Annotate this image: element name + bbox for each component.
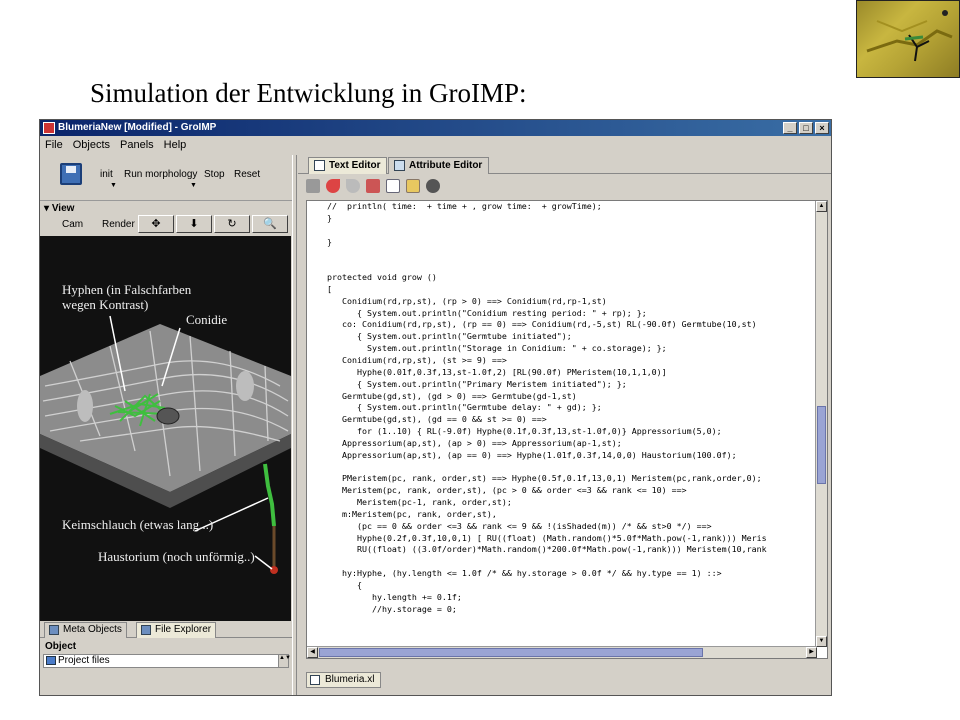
folder-icon <box>46 656 56 665</box>
conidie-annotation: Conidie <box>186 312 228 327</box>
menu-panels[interactable]: Panels <box>120 136 154 154</box>
render-menu[interactable]: Render <box>102 219 135 230</box>
main-toolbar: init ▼ Run morphology ▼ Stop Reset <box>40 155 292 201</box>
minimize-button[interactable]: _ <box>783 122 797 134</box>
stop-button[interactable]: Stop <box>204 169 225 180</box>
run-morphology-button[interactable]: Run morphology <box>124 169 197 180</box>
keimschlauch-annotation: Keimschlauch (etwas lang...) <box>62 517 214 532</box>
close-file-icon[interactable] <box>426 179 440 193</box>
editor-toolbar <box>298 174 831 198</box>
vertical-scrollbar[interactable]: ▲ ▼ <box>815 201 827 647</box>
folder-icon <box>141 625 151 635</box>
menubar: File Objects Panels Help <box>40 136 831 154</box>
cam-menu[interactable]: Cam <box>62 219 83 230</box>
slide-title: Simulation der Entwicklung in GroIMP: <box>90 78 527 108</box>
save-icon[interactable] <box>60 163 82 185</box>
window-title: BlumeriaNew [Modified] - GroIMP <box>58 122 217 133</box>
file-icon <box>310 675 320 685</box>
view-toolbar: Cam Render ✥ ⬇ ↻ 🔍 <box>40 215 292 235</box>
tab-attribute-editor[interactable]: Attribute Editor <box>388 157 490 174</box>
pane-splitter[interactable] <box>292 155 297 695</box>
attribute-editor-icon <box>394 160 405 171</box>
save-file-icon[interactable] <box>306 179 320 193</box>
code-editor[interactable]: // println( time: + time + , grow time: … <box>306 200 828 659</box>
tab-meta-objects[interactable]: Meta Objects <box>44 622 127 638</box>
code-text[interactable]: // println( time: + time + , grow time: … <box>327 201 767 616</box>
hyphen-annotation: Hyphen (in Falschfarben wegen Kontrast) <box>62 282 192 312</box>
tab-blumeria-file[interactable]: Blumeria.xl <box>306 672 382 688</box>
editor-tabs: Text Editor Attribute Editor <box>298 157 831 174</box>
run-morphology-dropdown-icon[interactable]: ▼ <box>190 182 197 189</box>
scroll-down-icon[interactable]: ▼ <box>816 636 827 647</box>
menu-help[interactable]: Help <box>164 136 187 154</box>
init-dropdown-icon[interactable]: ▼ <box>110 182 117 189</box>
zoom-view-icon[interactable]: 🔍 <box>252 215 288 233</box>
tab-text-editor[interactable]: Text Editor <box>308 157 388 174</box>
mini-scrollbar[interactable]: ▲▼ <box>278 655 291 667</box>
rotate-view-icon[interactable]: ↻ <box>214 215 250 233</box>
fungus-thumbnail-image <box>856 0 960 78</box>
project-files-row[interactable]: Project files ▲▼ <box>43 654 291 668</box>
scroll-right-icon[interactable]: ▶ <box>806 647 817 658</box>
window-titlebar[interactable]: BlumeriaNew [Modified] - GroIMP _ □ × <box>40 120 831 136</box>
gear-icon <box>49 625 59 635</box>
menu-file[interactable]: File <box>45 136 63 154</box>
collapse-icon[interactable]: ▾ <box>44 203 52 214</box>
vertical-scroll-thumb[interactable] <box>817 406 826 484</box>
redo-icon[interactable] <box>346 179 360 193</box>
text-editor-icon <box>314 160 325 171</box>
move-view-icon[interactable]: ✥ <box>138 215 174 233</box>
scroll-left-icon[interactable]: ◀ <box>307 647 318 658</box>
cut-icon[interactable] <box>366 179 380 193</box>
close-button[interactable]: × <box>815 122 829 134</box>
init-button[interactable]: init <box>100 169 113 180</box>
groimp-window: BlumeriaNew [Modified] - GroIMP _ □ × Fi… <box>39 119 832 696</box>
groimp-app-icon <box>43 122 55 134</box>
reset-button[interactable]: Reset <box>234 169 260 180</box>
view-panel-header[interactable]: ▾ View <box>40 202 292 216</box>
right-pane: Text Editor Attribute Editor // println(… <box>298 155 831 695</box>
object-column-header[interactable]: Object <box>43 640 289 654</box>
horizontal-scrollbar[interactable]: ◀ ▶ <box>307 646 817 658</box>
undo-icon[interactable] <box>326 179 340 193</box>
menu-objects[interactable]: Objects <box>73 136 110 154</box>
scroll-up-icon[interactable]: ▲ <box>816 201 827 212</box>
haustorium-annotation: Haustorium (noch unförmig..) <box>98 549 255 564</box>
dolly-view-icon[interactable]: ⬇ <box>176 215 212 233</box>
copy-icon[interactable] <box>386 179 400 193</box>
bottom-panel-tabs: Meta Objects File Explorer <box>40 620 292 638</box>
3d-viewport[interactable]: Hyphen (in Falschfarben wegen Kontrast) … <box>40 236 291 621</box>
horizontal-scroll-thumb[interactable] <box>319 648 703 657</box>
tab-file-explorer[interactable]: File Explorer <box>136 622 217 638</box>
maximize-button[interactable]: □ <box>799 122 813 134</box>
paste-icon[interactable] <box>406 179 420 193</box>
left-pane: init ▼ Run morphology ▼ Stop Reset ▾ Vie… <box>40 155 292 695</box>
